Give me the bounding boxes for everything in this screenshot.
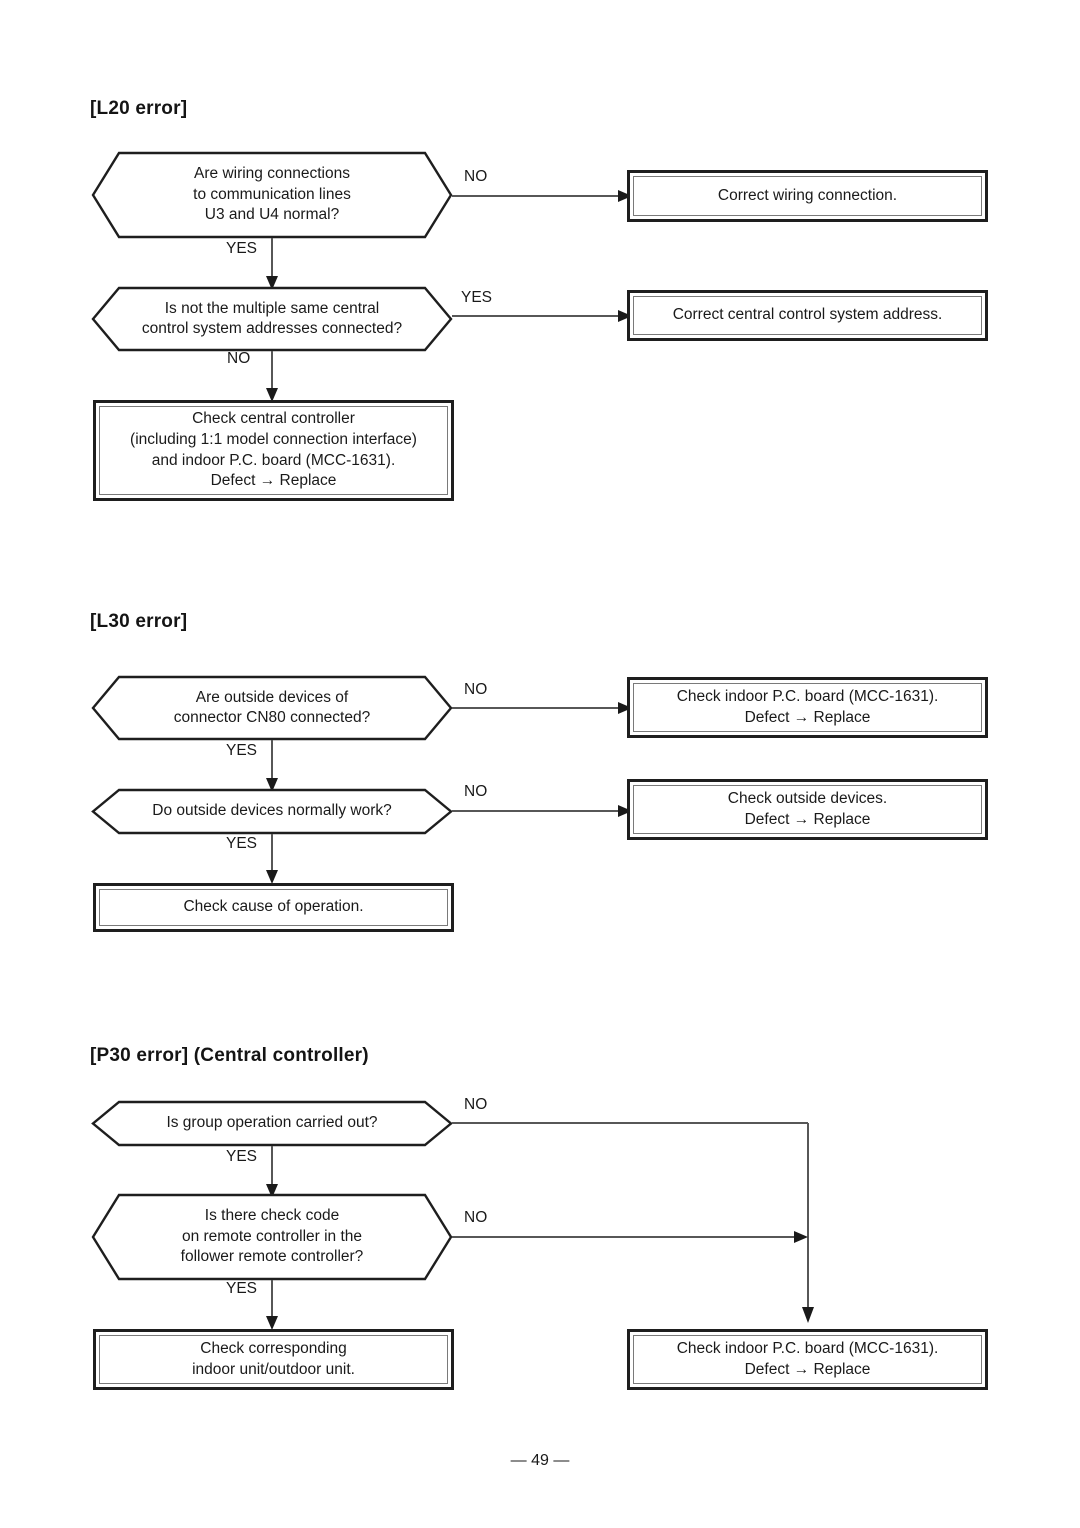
connector-l30-d2-yes <box>262 834 282 884</box>
section-heading-l30: [L30 error] <box>90 611 188 632</box>
connector-p30-d2-no <box>452 1227 812 1247</box>
branch-label-l30-d1-yes: YES <box>226 742 258 759</box>
decision-label: Is group operation carried out? <box>166 1114 378 1132</box>
document-page: [L20 error] Are wiring connections to co… <box>0 0 1080 1528</box>
connector-p30-d1-no <box>452 1113 812 1133</box>
page-number: — 49 — <box>510 1452 570 1469</box>
branch-label-l30-d2-yes: YES <box>226 835 258 852</box>
result-box-text: Check outside devices. Defect → Replace <box>633 785 982 834</box>
decision-l30-cn80-connected: Are outside devices of connector CN80 co… <box>92 676 452 740</box>
result-box-check-outside-devices: Check outside devices. Defect → Replace <box>627 779 988 840</box>
decision-l30-devices-work: Do outside devices normally work? <box>92 789 452 834</box>
result-box-text: Check cause of operation. <box>99 889 448 926</box>
connector-p30-d1-yes <box>262 1146 282 1198</box>
connector-l20-d2-no <box>262 351 282 402</box>
decision-label: Is there check code on remote controller… <box>180 1207 364 1266</box>
decision-p30-check-code-follower: Is there check code on remote controller… <box>92 1194 452 1280</box>
decision-label: Are wiring connections to communication … <box>193 165 351 224</box>
decision-l20-wiring-connections: Are wiring connections to communication … <box>92 152 452 238</box>
result-box-check-corresponding-unit: Check corresponding indoor unit/outdoor … <box>93 1329 454 1390</box>
result-box-check-central-controller: Check central controller (including 1:1 … <box>93 400 454 501</box>
result-box-text: Correct central control system address. <box>633 296 982 335</box>
connector-l20-d1-no <box>452 186 632 206</box>
decision-l20-duplicate-address: Is not the multiple same central control… <box>92 287 452 351</box>
result-box-text: Check corresponding indoor unit/outdoor … <box>99 1335 448 1384</box>
branch-label-l30-d2-no: NO <box>464 783 488 800</box>
result-box-check-indoor-pcb-l30: Check indoor P.C. board (MCC-1631). Defe… <box>627 677 988 738</box>
branch-label-p30-d2-no: NO <box>464 1209 488 1226</box>
branch-label-p30-d1-no: NO <box>464 1096 488 1113</box>
connector-l20-d2-yes <box>452 306 632 326</box>
branch-label-p30-d2-yes: YES <box>226 1280 258 1297</box>
section-heading-p30: [P30 error] (Central controller) <box>90 1045 369 1066</box>
decision-p30-group-operation: Is group operation carried out? <box>92 1101 452 1146</box>
connector-l30-d2-no <box>452 801 632 821</box>
result-box-text: Correct wiring connection. <box>633 176 982 216</box>
result-box-check-indoor-pcb-p30: Check indoor P.C. board (MCC-1631). Defe… <box>627 1329 988 1390</box>
branch-label-p30-d1-yes: YES <box>226 1148 258 1165</box>
result-box-correct-wiring: Correct wiring connection. <box>627 170 988 222</box>
result-box-check-cause-of-operation: Check cause of operation. <box>93 883 454 932</box>
decision-label: Are outside devices of connector CN80 co… <box>173 688 371 726</box>
connector-l30-d1-yes <box>262 740 282 792</box>
result-box-text: Check indoor P.C. board (MCC-1631). Defe… <box>633 683 982 732</box>
branch-label-l20-d1-yes: YES <box>226 240 258 257</box>
result-box-text: Check indoor P.C. board (MCC-1631). Defe… <box>633 1335 982 1384</box>
connector-l20-d1-yes <box>262 238 282 290</box>
connector-l30-d1-no <box>452 698 632 718</box>
decision-label: Is not the multiple same central control… <box>141 299 403 337</box>
branch-label-l20-d1-no: NO <box>464 168 488 185</box>
decision-label: Do outside devices normally work? <box>152 802 392 820</box>
branch-label-l30-d1-no: NO <box>464 681 488 698</box>
branch-label-l20-d2-no: NO <box>227 350 251 367</box>
connector-p30-d2-yes <box>262 1280 282 1330</box>
result-box-text: Check central controller (including 1:1 … <box>99 406 448 495</box>
branch-label-l20-d2-yes: YES <box>461 289 493 306</box>
section-heading-l20: [L20 error] <box>90 98 188 119</box>
connector-p30-merge-trunk <box>798 1123 818 1323</box>
result-box-correct-central-address: Correct central control system address. <box>627 290 988 341</box>
